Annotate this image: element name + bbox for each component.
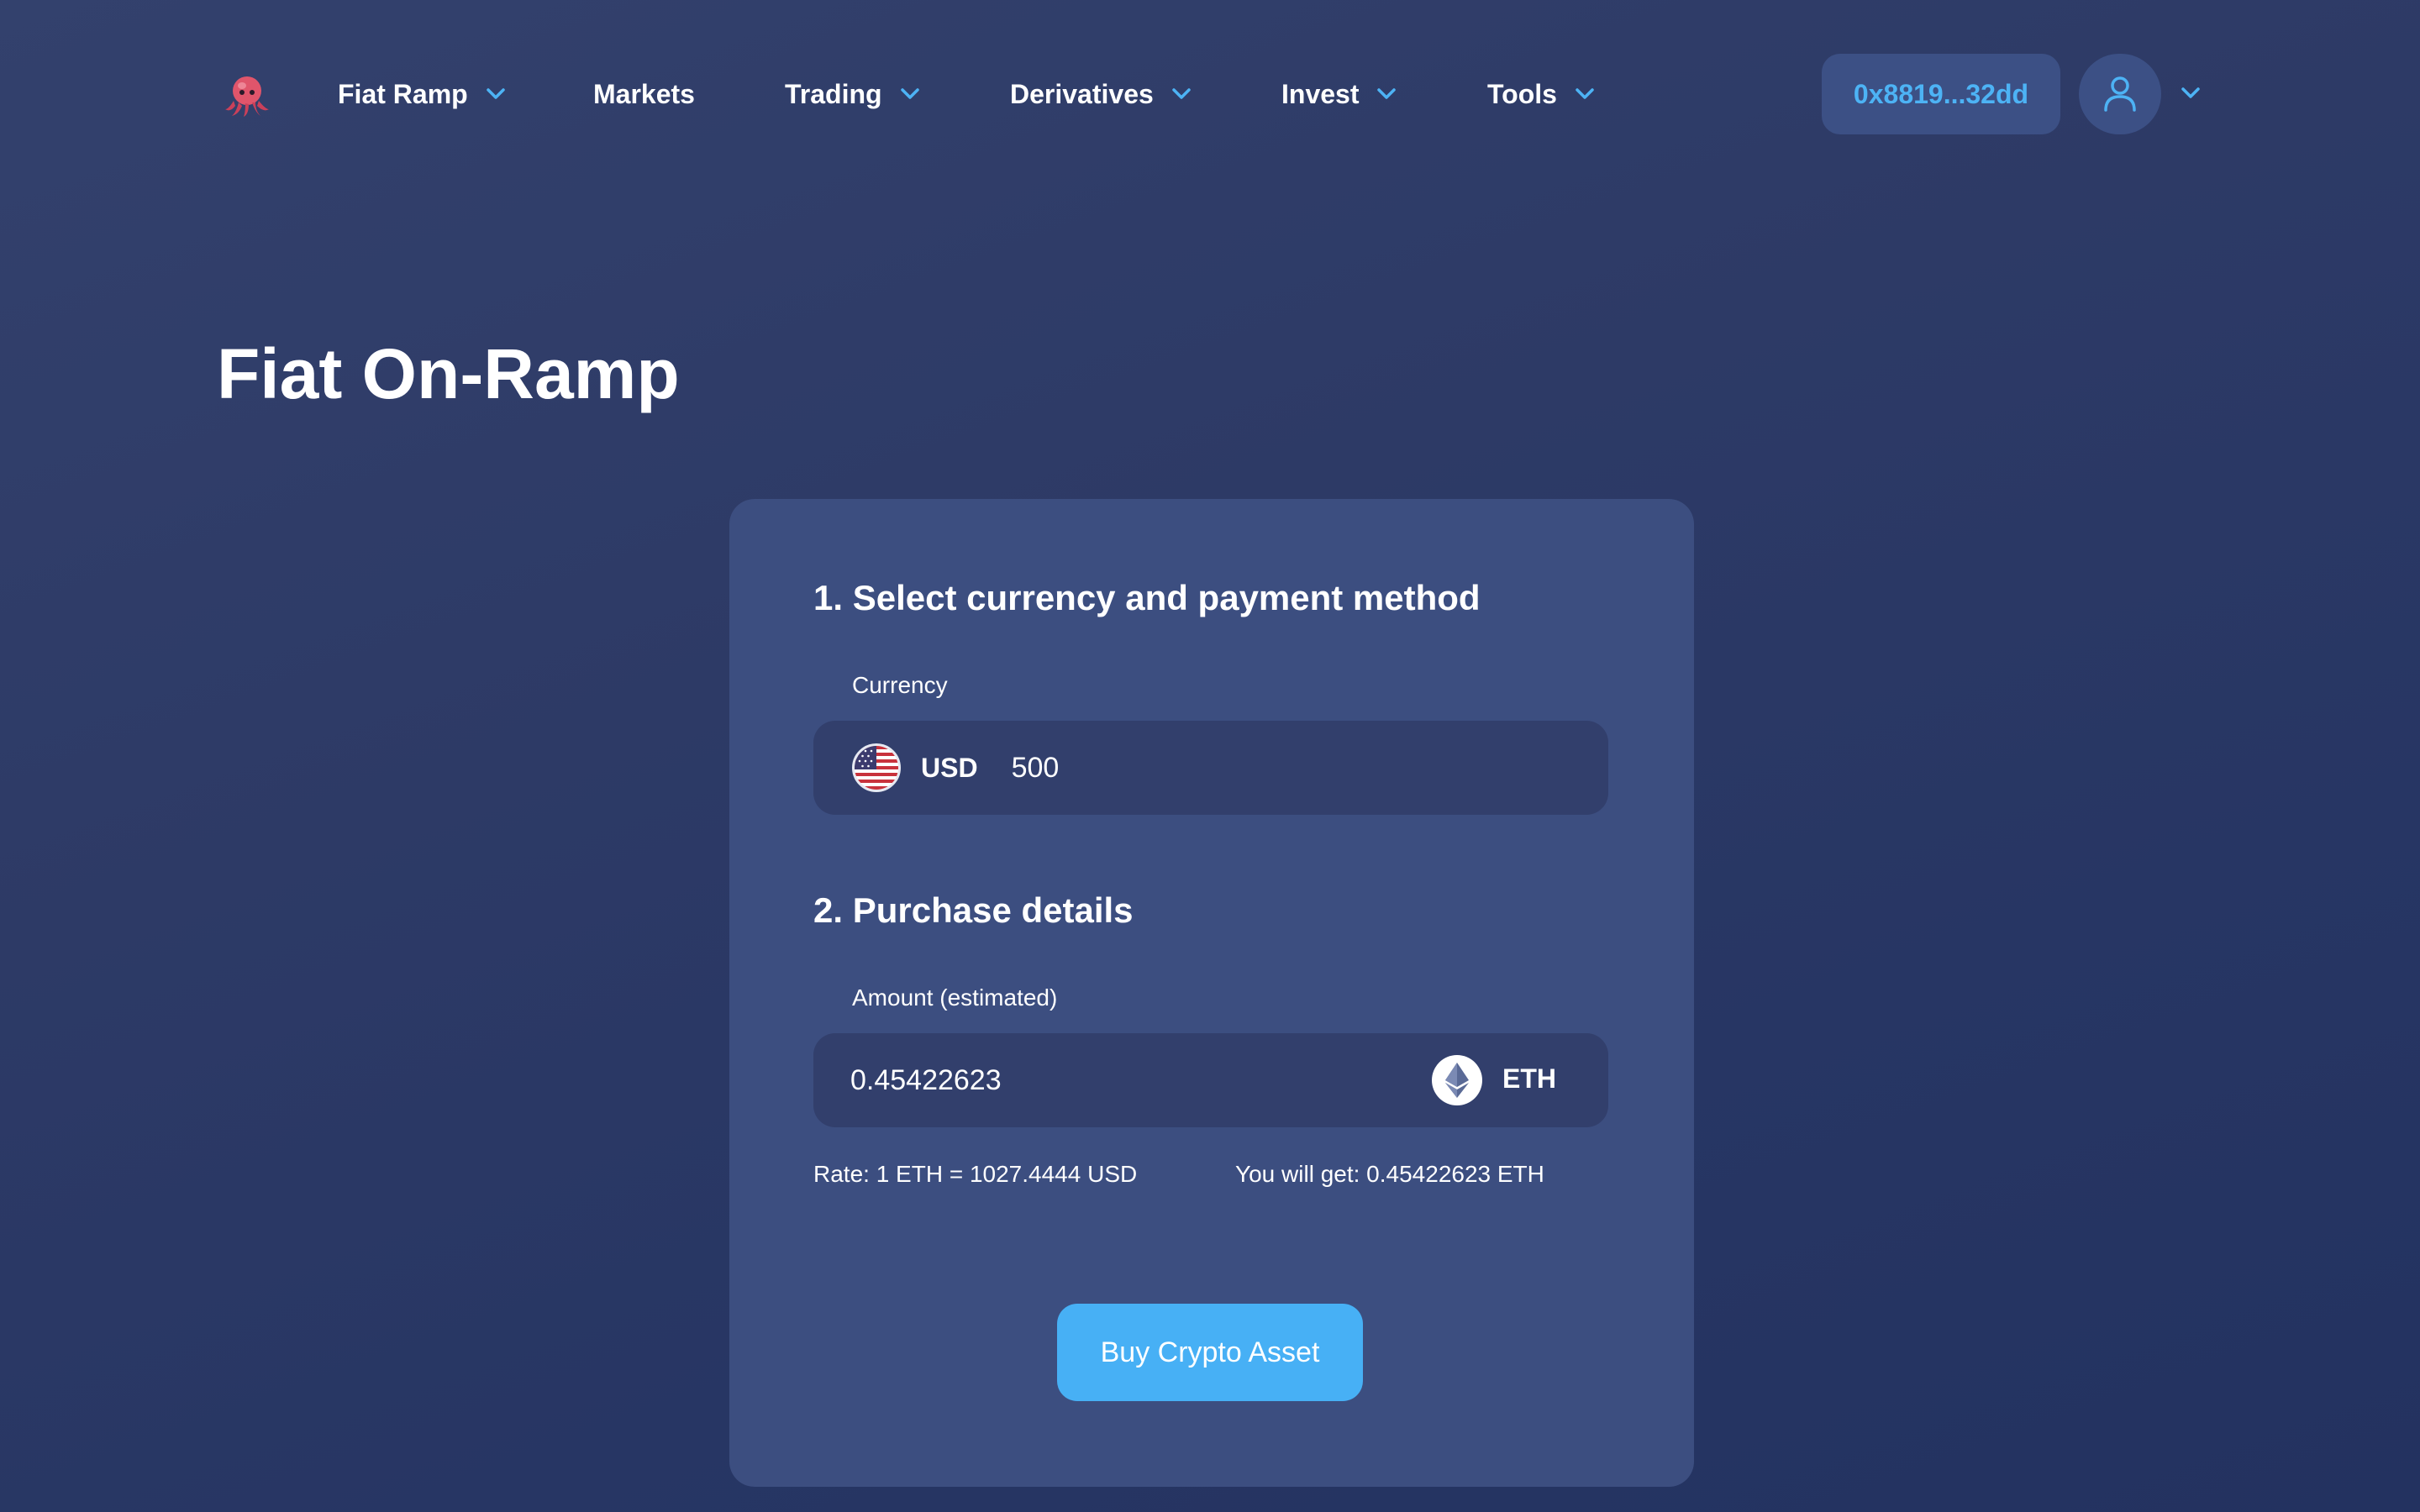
amount-field[interactable]: ETH xyxy=(813,1033,1608,1127)
receive-amount-text: You will get: 0.45422623 ETH xyxy=(1235,1161,1544,1187)
ethereum-icon xyxy=(1432,1055,1482,1105)
page-title: Fiat On-Ramp xyxy=(217,334,680,413)
nav-item-label: Trading xyxy=(785,78,882,109)
buy-crypto-button[interactable]: Buy Crypto Asset xyxy=(1057,1304,1363,1401)
currency-code[interactable]: USD xyxy=(921,753,978,784)
octopus-logo-icon[interactable] xyxy=(222,72,272,118)
step2-title: 2. Purchase details xyxy=(813,890,1134,930)
top-navigation: Fiat Ramp Markets Trading Derivatives In… xyxy=(0,0,2420,188)
chevron-down-icon xyxy=(1576,88,1594,99)
chevron-down-icon xyxy=(1172,88,1191,99)
wallet-address-button[interactable]: 0x8819...32dd xyxy=(1822,54,2060,134)
currency-amount-input[interactable] xyxy=(1011,751,1516,785)
chevron-down-icon xyxy=(900,88,919,99)
nav-item-fiat-ramp[interactable]: Fiat Ramp xyxy=(338,74,505,114)
wallet-address: 0x8819...32dd xyxy=(1853,78,2029,109)
amount-label: Amount (estimated) xyxy=(852,984,1058,1011)
asset-code[interactable]: ETH xyxy=(1502,1063,1556,1095)
us-flag-icon xyxy=(852,743,901,792)
nav-item-label: Tools xyxy=(1487,78,1557,109)
chevron-down-icon xyxy=(1377,88,1397,99)
nav-item-label: Derivatives xyxy=(1010,78,1154,109)
user-icon xyxy=(2104,76,2136,112)
account-button[interactable] xyxy=(2079,54,2161,134)
nav-item-derivatives[interactable]: Derivatives xyxy=(1010,74,1191,114)
nav-item-label: Invest xyxy=(1281,78,1360,109)
fiat-onramp-card: 1. Select currency and payment method Cu… xyxy=(729,499,1694,1487)
chevron-down-icon[interactable] xyxy=(2181,87,2200,99)
nav-item-label: Markets xyxy=(593,78,695,109)
nav-item-label: Fiat Ramp xyxy=(338,78,468,109)
currency-field[interactable]: USD xyxy=(813,721,1608,815)
nav-item-invest[interactable]: Invest xyxy=(1281,74,1397,114)
nav-item-tools[interactable]: Tools xyxy=(1487,74,1594,114)
exchange-rate-text: Rate: 1 ETH = 1027.4444 USD xyxy=(813,1161,1138,1187)
step1-title: 1. Select currency and payment method xyxy=(813,578,1481,617)
crypto-amount-input[interactable] xyxy=(850,1063,1355,1097)
chevron-down-icon xyxy=(486,88,505,99)
nav-item-markets[interactable]: Markets xyxy=(593,74,695,114)
currency-label: Currency xyxy=(852,672,948,698)
nav-item-trading[interactable]: Trading xyxy=(785,74,919,114)
